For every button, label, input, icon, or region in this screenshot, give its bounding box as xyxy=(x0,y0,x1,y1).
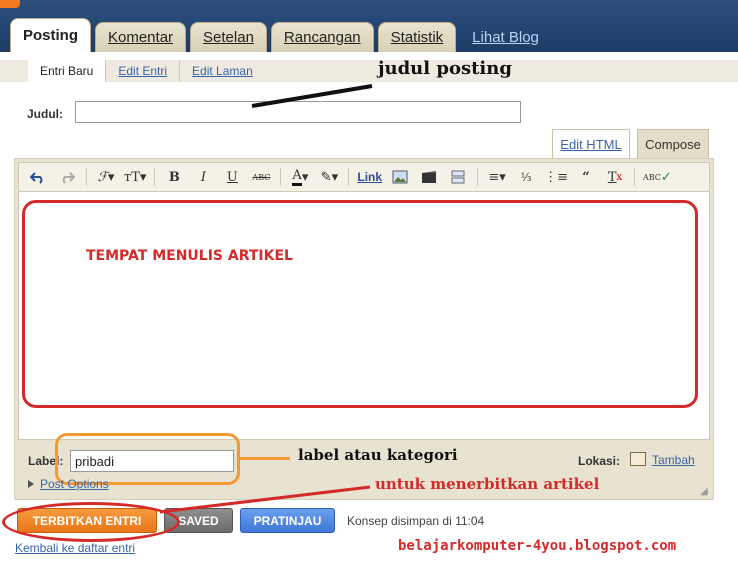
link-button[interactable]: Link xyxy=(355,166,384,188)
numbered-list-icon[interactable]: ⅓ xyxy=(513,166,539,188)
jump-break-icon[interactable] xyxy=(445,166,471,188)
view-blog-link[interactable]: Lihat Blog xyxy=(460,22,551,52)
watermark: belajarkomputer-4you.blogspot.com xyxy=(398,538,677,554)
bold-icon[interactable]: B xyxy=(161,166,187,188)
toolbar-separator xyxy=(86,168,87,186)
expand-triangle-icon xyxy=(28,480,34,488)
compose-tab[interactable]: Compose xyxy=(637,129,709,158)
redo-icon[interactable] xyxy=(54,166,80,188)
quote-icon[interactable]: “ xyxy=(573,166,599,188)
spellcheck-icon[interactable]: ABC ✓ xyxy=(641,166,674,188)
annotation-publish-note: untuk menerbitkan artikel xyxy=(375,475,600,493)
toolbar-separator xyxy=(348,168,350,186)
save-status: Konsep disimpan di 11:04 xyxy=(347,514,485,528)
subtab-edit-pages[interactable]: Edit Laman xyxy=(179,60,265,82)
strikethrough-icon[interactable]: ABC xyxy=(248,166,274,188)
subtabs: Entri Baru Edit Entri Edit Laman xyxy=(0,60,738,82)
annotation-publish-highlight xyxy=(2,502,180,542)
main-tabs: Posting Komentar Setelan Rancangan Stati… xyxy=(10,18,555,52)
toolbar-separator xyxy=(633,168,635,186)
annotation-title-note: judul posting xyxy=(378,58,512,79)
tab-rancangan[interactable]: Rancangan xyxy=(270,22,374,52)
resize-grip-icon[interactable]: ◢ xyxy=(700,486,708,497)
annotation-editor-highlight xyxy=(22,200,698,408)
edit-html-tab[interactable]: Edit HTML xyxy=(552,129,630,158)
undo-icon[interactable] xyxy=(25,166,51,188)
highlight-color-icon[interactable]: ✎▾ xyxy=(316,166,342,188)
blogger-logo[interactable] xyxy=(0,0,20,8)
back-to-posts-link[interactable]: Kembali ke daftar entri xyxy=(15,541,135,555)
preview-button[interactable]: PRATINJAU xyxy=(240,508,335,533)
tab-posting[interactable]: Posting xyxy=(10,18,91,52)
title-input[interactable] xyxy=(75,101,521,123)
tab-setelan[interactable]: Setelan xyxy=(190,22,267,52)
tab-komentar[interactable]: Komentar xyxy=(95,22,187,52)
remove-formatting-icon[interactable]: Tx xyxy=(602,166,628,188)
toolbar-separator xyxy=(477,168,479,186)
subtab-new-post[interactable]: Entri Baru xyxy=(28,60,106,82)
italic-icon[interactable]: I xyxy=(190,166,216,188)
toolbar-separator xyxy=(280,168,282,186)
post-options-toggle[interactable]: Post Options xyxy=(28,477,109,491)
editor-toolbar: ℱ ▾ тT▾ B I U ABC A ▾ ✎▾ Link ≡▾ ⅓ ⋮≡ “ Tx… xyxy=(18,162,710,192)
text-color-icon[interactable]: A ▾ xyxy=(287,166,313,188)
toolbar-separator xyxy=(154,168,156,186)
bulleted-list-icon[interactable]: ⋮≡ xyxy=(542,166,570,188)
annotation-labels-connector xyxy=(240,457,290,460)
location-add-link[interactable]: Tambah xyxy=(652,453,695,467)
title-label: Judul: xyxy=(27,107,63,121)
annotation-editor-note: TEMPAT MENULIS ARTIKEL xyxy=(86,248,293,264)
location-edit-icon[interactable] xyxy=(630,452,646,466)
font-size-icon[interactable]: тT▾ xyxy=(122,166,148,188)
annotation-labels-note: label atau kategori xyxy=(298,446,458,464)
tab-statistik[interactable]: Statistik xyxy=(377,22,457,52)
insert-image-icon[interactable] xyxy=(387,166,413,188)
align-icon[interactable]: ≡▾ xyxy=(484,166,510,188)
location-label: Lokasi: xyxy=(578,454,621,468)
post-options-label: Post Options xyxy=(40,477,109,491)
font-family-icon[interactable]: ℱ ▾ xyxy=(93,166,119,188)
blogger-header: Posting Komentar Setelan Rancangan Stati… xyxy=(0,0,738,52)
underline-icon[interactable]: U xyxy=(219,166,245,188)
insert-video-icon[interactable] xyxy=(416,166,442,188)
subtab-edit-posts[interactable]: Edit Entri xyxy=(105,60,179,82)
